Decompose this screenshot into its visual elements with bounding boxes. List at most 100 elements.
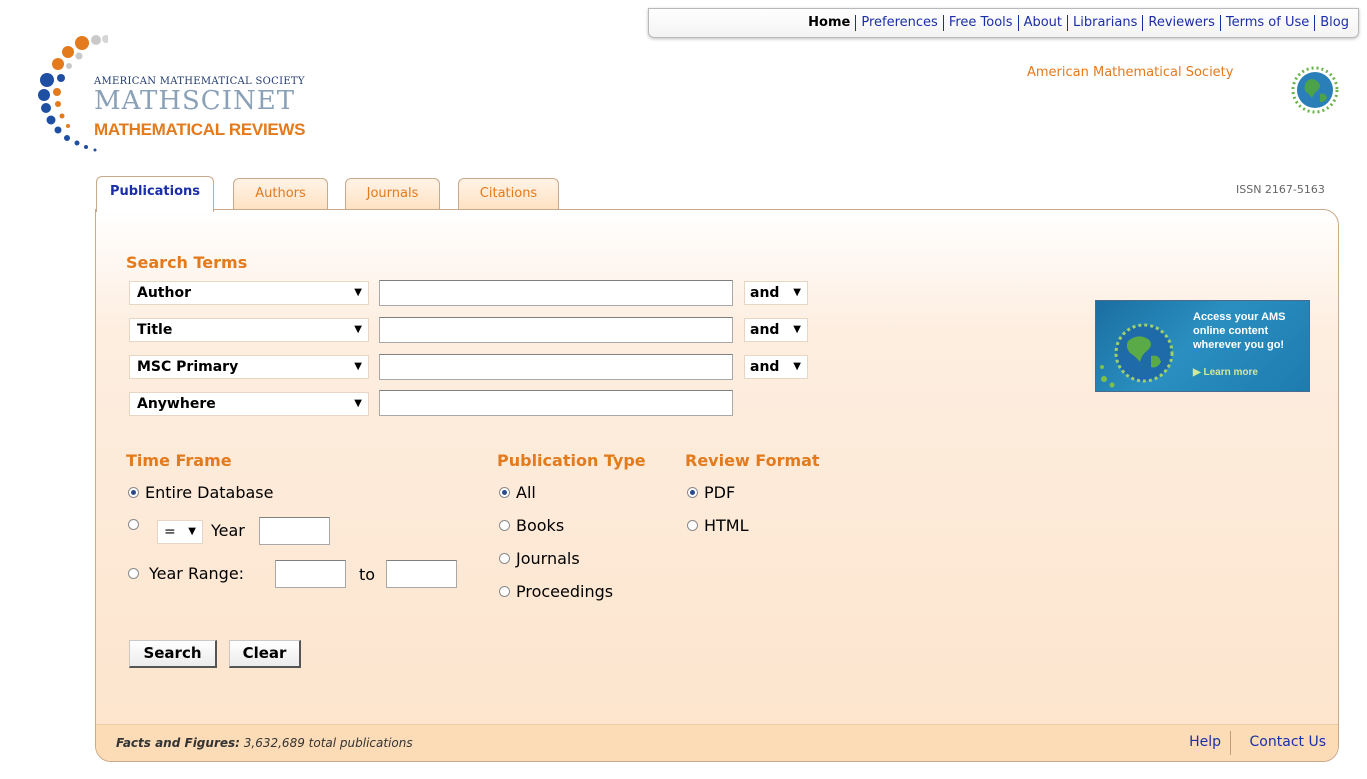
- chevron-down-icon: ▼: [793, 324, 801, 335]
- nav-preferences[interactable]: Preferences: [855, 15, 942, 31]
- search-input-1[interactable]: [379, 280, 733, 306]
- chevron-down-icon: ▼: [354, 287, 362, 298]
- search-input-2[interactable]: [379, 317, 733, 343]
- nav-librarians[interactable]: Librarians: [1067, 15, 1142, 31]
- pubtype-proceedings-option[interactable]: Proceedings: [499, 582, 613, 601]
- nav-home[interactable]: Home: [803, 15, 855, 31]
- connector-select-1[interactable]: and ▼: [744, 281, 808, 305]
- remote-access-promo[interactable]: Access your AMS online content wherever …: [1095, 300, 1310, 392]
- tab-citations[interactable]: Citations: [458, 178, 559, 209]
- nav-reviewers[interactable]: Reviewers: [1142, 15, 1220, 31]
- year-range-label: Year Range:: [149, 564, 245, 583]
- to-label: to: [359, 565, 376, 584]
- radio-format-html[interactable]: [687, 520, 698, 531]
- radio-pubtype-all[interactable]: [499, 487, 510, 498]
- chevron-down-icon: ▼: [188, 526, 196, 537]
- field-select-3-value: MSC Primary: [137, 359, 239, 375]
- promo-text: Access your AMS online content wherever …: [1193, 310, 1286, 352]
- pubtype-all-label: All: [516, 483, 536, 502]
- field-select-2[interactable]: Title ▼: [129, 318, 369, 342]
- connector-select-3[interactable]: and ▼: [744, 355, 808, 379]
- panel-footer: Facts and Figures: 3,632,689 total publi…: [96, 724, 1338, 761]
- radio-year-range[interactable]: [128, 568, 139, 579]
- promo-line-3: wherever you go!: [1193, 339, 1285, 351]
- promo-learn-more[interactable]: ▶ Learn more: [1193, 367, 1258, 378]
- search-input-3[interactable]: [379, 354, 733, 380]
- radio-pubtype-proceedings[interactable]: [499, 586, 510, 597]
- radio-year[interactable]: [128, 519, 139, 530]
- remote-access-badge-icon[interactable]: [1282, 56, 1348, 122]
- field-select-1-value: Author: [137, 285, 191, 301]
- pubtype-books-option[interactable]: Books: [499, 516, 564, 535]
- format-html-label: HTML: [704, 516, 749, 535]
- year-operator-select[interactable]: = ▼: [157, 520, 203, 544]
- issn-label: ISSN 2167-5163: [1236, 183, 1325, 196]
- radio-format-pdf[interactable]: [687, 487, 698, 498]
- time-frame-title: Time Frame: [126, 451, 232, 470]
- format-pdf-label: PDF: [704, 483, 736, 502]
- clear-button[interactable]: Clear: [229, 640, 301, 668]
- pubtype-journals-option[interactable]: Journals: [499, 549, 580, 568]
- review-format-title: Review Format: [685, 451, 820, 470]
- logo-product: MATHSCINET: [94, 86, 296, 116]
- promo-line-1: Access your AMS: [1193, 311, 1286, 323]
- tab-journals[interactable]: Journals: [345, 178, 440, 209]
- field-select-2-value: Title: [137, 322, 173, 338]
- chevron-down-icon: ▼: [793, 361, 801, 372]
- logo-tagline: MATHEMATICAL REVIEWS: [94, 120, 306, 139]
- search-button[interactable]: Search: [129, 640, 217, 668]
- radio-pubtype-books[interactable]: [499, 520, 510, 531]
- radio-entire-database[interactable]: [128, 487, 139, 498]
- timeframe-year-option[interactable]: [128, 519, 145, 530]
- play-icon: ▶: [1193, 367, 1204, 378]
- globe-icon: [1100, 323, 1174, 388]
- format-pdf-option[interactable]: PDF: [687, 483, 735, 502]
- connector-select-1-value: and: [750, 285, 780, 301]
- tab-publications[interactable]: Publications: [96, 176, 214, 212]
- chevron-down-icon: ▼: [354, 398, 362, 409]
- facts-label: Facts and Figures:: [116, 736, 240, 750]
- year-input[interactable]: [259, 517, 330, 545]
- footer-divider: [1230, 731, 1231, 755]
- field-select-4-value: Anywhere: [137, 396, 216, 412]
- field-select-1[interactable]: Author ▼: [129, 281, 369, 305]
- facts-value: 3,632,689 total publications: [243, 736, 413, 750]
- pubtype-all-option[interactable]: All: [499, 483, 536, 502]
- field-select-4[interactable]: Anywhere ▼: [129, 392, 369, 416]
- search-panel: Search Terms Author ▼ and ▼ Title ▼ and …: [95, 209, 1339, 762]
- year-range-end-input[interactable]: [386, 560, 457, 588]
- ams-link[interactable]: American Mathematical Society: [1027, 65, 1233, 80]
- promo-learn-label: Learn more: [1203, 367, 1258, 378]
- timeframe-entire-label: Entire Database: [145, 483, 274, 502]
- year-label: Year: [211, 521, 245, 540]
- help-link[interactable]: Help: [1189, 734, 1221, 750]
- format-html-option[interactable]: HTML: [687, 516, 749, 535]
- nav-free-tools[interactable]: Free Tools: [942, 15, 1018, 31]
- nav-terms-of-use[interactable]: Terms of Use: [1219, 15, 1314, 31]
- nav-about[interactable]: About: [1017, 15, 1067, 31]
- field-select-3[interactable]: MSC Primary ▼: [129, 355, 369, 379]
- pubtype-books-label: Books: [516, 516, 565, 535]
- connector-select-2-value: and: [750, 322, 780, 338]
- pubtype-journals-label: Journals: [516, 549, 580, 568]
- chevron-down-icon: ▼: [793, 287, 801, 298]
- connector-select-2[interactable]: and ▼: [744, 318, 808, 342]
- pubtype-proceedings-label: Proceedings: [516, 582, 614, 601]
- year-range-start-input[interactable]: [275, 560, 346, 588]
- timeframe-entire-option[interactable]: Entire Database: [128, 483, 273, 502]
- contact-us-link[interactable]: Contact Us: [1250, 734, 1326, 750]
- timeframe-range-option[interactable]: Year Range:: [128, 564, 244, 583]
- mathscinet-logo[interactable]: AMERICAN MATHEMATICAL SOCIETY MATHSCINET…: [38, 28, 328, 163]
- publication-type-title: Publication Type: [497, 451, 646, 470]
- nav-blog[interactable]: Blog: [1314, 15, 1354, 31]
- tab-authors[interactable]: Authors: [233, 178, 328, 209]
- radio-pubtype-journals[interactable]: [499, 553, 510, 564]
- top-nav: Home Preferences Free Tools About Librar…: [648, 8, 1359, 38]
- search-terms-title: Search Terms: [126, 253, 248, 272]
- promo-line-2: online content: [1193, 325, 1269, 337]
- search-input-4[interactable]: [379, 390, 733, 416]
- facts-and-figures: Facts and Figures: 3,632,689 total publi…: [116, 736, 413, 750]
- chevron-down-icon: ▼: [354, 324, 362, 335]
- year-operator-value: =: [164, 524, 176, 540]
- connector-select-3-value: and: [750, 359, 780, 375]
